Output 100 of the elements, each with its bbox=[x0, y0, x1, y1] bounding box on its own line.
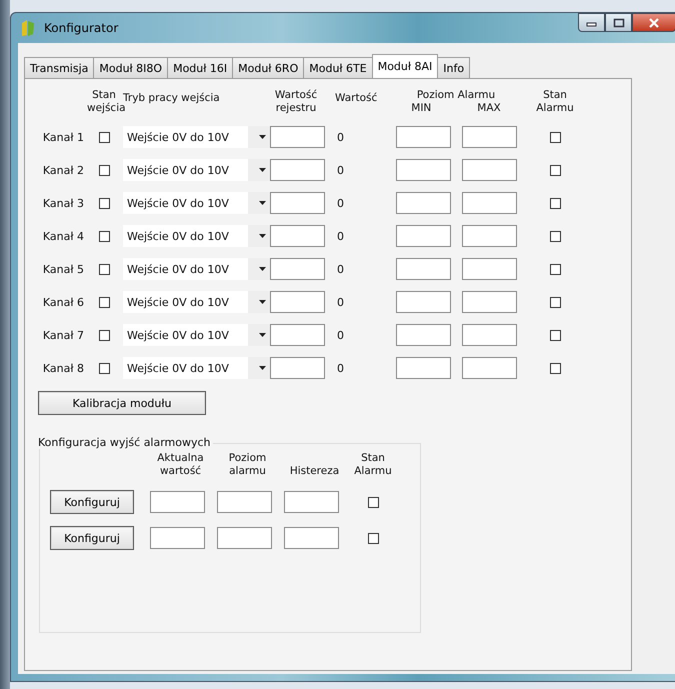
column-header: Wartość rejestru bbox=[274, 89, 318, 115]
configure-button[interactable]: Konfiguruj bbox=[50, 526, 134, 550]
caret-icon bbox=[259, 300, 266, 304]
tab[interactable]: Moduł 16I bbox=[167, 57, 234, 78]
caret-icon bbox=[259, 333, 266, 337]
tab[interactable]: Transmisja bbox=[24, 57, 94, 78]
input-field[interactable] bbox=[270, 159, 325, 181]
value-text: 0 bbox=[336, 230, 345, 242]
configure-button[interactable]: Konfiguruj bbox=[50, 490, 134, 514]
input-field[interactable] bbox=[150, 491, 205, 513]
channel-label: Kanał 8 bbox=[42, 362, 85, 374]
input-field[interactable] bbox=[270, 192, 325, 214]
column-header: MAX bbox=[477, 102, 501, 115]
mode-dropdown[interactable]: Wejście 0V do 10V bbox=[123, 291, 270, 313]
mode-dropdown[interactable]: Wejście 0V do 10V bbox=[123, 192, 270, 214]
checkbox[interactable] bbox=[98, 230, 110, 242]
input-field[interactable] bbox=[396, 291, 451, 313]
tab[interactable]: Info bbox=[437, 57, 470, 78]
input-field[interactable] bbox=[396, 357, 451, 379]
checkbox[interactable] bbox=[98, 330, 110, 340]
input-field[interactable] bbox=[396, 225, 451, 247]
column-header: Histereza bbox=[288, 465, 340, 478]
input-field[interactable] bbox=[270, 258, 325, 280]
checkbox[interactable] bbox=[98, 132, 110, 142]
input-field[interactable] bbox=[396, 126, 451, 148]
input-field[interactable] bbox=[462, 126, 517, 148]
checkbox[interactable] bbox=[550, 296, 560, 308]
input-field[interactable] bbox=[284, 527, 339, 549]
caret-icon bbox=[259, 201, 266, 205]
mode-dropdown[interactable]: Wejście 0V do 10V bbox=[123, 324, 270, 346]
input-field[interactable] bbox=[396, 192, 451, 214]
minimize-button[interactable] bbox=[578, 13, 605, 32]
input-field[interactable] bbox=[462, 258, 517, 280]
column-header: Tryb pracy wejścia bbox=[123, 91, 221, 104]
input-field[interactable] bbox=[150, 527, 205, 549]
close-icon bbox=[648, 18, 660, 28]
channel-label: Kanał 6 bbox=[42, 296, 85, 308]
mode-dropdown[interactable]: Wejście 0V do 10V bbox=[123, 258, 270, 280]
tab[interactable]: Moduł 8AI bbox=[372, 54, 438, 78]
value-text: 0 bbox=[336, 362, 345, 374]
value-text: 0 bbox=[336, 164, 345, 176]
mode-dropdown[interactable]: Wejście 0V do 10V bbox=[123, 126, 270, 148]
input-field[interactable] bbox=[462, 192, 517, 214]
column-header: Wartość bbox=[334, 91, 378, 105]
caret-icon bbox=[259, 234, 266, 238]
input-field[interactable] bbox=[396, 324, 451, 346]
input-field[interactable] bbox=[270, 126, 325, 148]
input-field[interactable] bbox=[217, 527, 272, 549]
input-field[interactable] bbox=[270, 357, 325, 379]
mode-dropdown[interactable]: Wejście 0V do 10V bbox=[123, 225, 270, 247]
column-header: MIN bbox=[411, 102, 432, 115]
input-field[interactable] bbox=[270, 324, 325, 346]
channel-label: Kanał 4 bbox=[42, 230, 85, 242]
column-header: Stan Alarmu bbox=[353, 452, 393, 478]
checkbox[interactable] bbox=[550, 230, 560, 242]
mode-dropdown[interactable]: Wejście 0V do 10V bbox=[123, 357, 270, 379]
checkbox[interactable] bbox=[550, 264, 560, 274]
input-field[interactable] bbox=[217, 491, 272, 513]
input-field[interactable] bbox=[284, 491, 339, 513]
maximize-icon bbox=[612, 18, 624, 28]
tab[interactable]: Moduł 6TE bbox=[303, 57, 373, 78]
column-header: Poziom Alarmu bbox=[416, 89, 496, 102]
checkbox[interactable] bbox=[98, 362, 110, 374]
input-field[interactable] bbox=[270, 225, 325, 247]
input-field[interactable] bbox=[462, 225, 517, 247]
calibrate-button[interactable]: Kalibracja modułu bbox=[38, 391, 206, 415]
channel-label: Kanał 7 bbox=[42, 328, 85, 342]
checkbox[interactable] bbox=[98, 198, 110, 208]
value-text: 0 bbox=[336, 130, 345, 144]
checkbox[interactable] bbox=[98, 264, 110, 274]
checkbox[interactable] bbox=[550, 164, 560, 176]
checkbox[interactable] bbox=[550, 198, 560, 208]
caret-icon bbox=[259, 267, 266, 271]
maximize-button[interactable] bbox=[605, 13, 632, 32]
input-field[interactable] bbox=[462, 324, 517, 346]
mode-dropdown[interactable]: Wejście 0V do 10V bbox=[123, 159, 270, 181]
input-field[interactable] bbox=[396, 159, 451, 181]
value-text: 0 bbox=[336, 328, 345, 342]
input-field[interactable] bbox=[462, 291, 517, 313]
window-title: Konfigurator bbox=[44, 21, 118, 35]
value-text: 0 bbox=[336, 262, 345, 276]
checkbox[interactable] bbox=[550, 362, 560, 374]
input-field[interactable] bbox=[396, 258, 451, 280]
checkbox[interactable] bbox=[550, 132, 560, 142]
caret-icon bbox=[259, 366, 266, 370]
channel-label: Kanał 1 bbox=[42, 130, 85, 144]
column-header: Poziom alarmu bbox=[228, 452, 268, 478]
checkbox[interactable] bbox=[368, 532, 378, 544]
input-field[interactable] bbox=[270, 291, 325, 313]
input-field[interactable] bbox=[462, 159, 517, 181]
input-field[interactable] bbox=[462, 357, 517, 379]
checkbox[interactable] bbox=[550, 330, 560, 340]
close-button[interactable] bbox=[632, 13, 675, 32]
tab[interactable]: Moduł 6RO bbox=[232, 57, 304, 78]
app-icon bbox=[20, 19, 36, 37]
checkbox[interactable] bbox=[98, 164, 110, 176]
tab[interactable]: Moduł 8I8O bbox=[93, 57, 168, 78]
checkbox[interactable] bbox=[368, 496, 378, 508]
checkbox[interactable] bbox=[98, 296, 110, 308]
value-text: 0 bbox=[336, 296, 345, 308]
